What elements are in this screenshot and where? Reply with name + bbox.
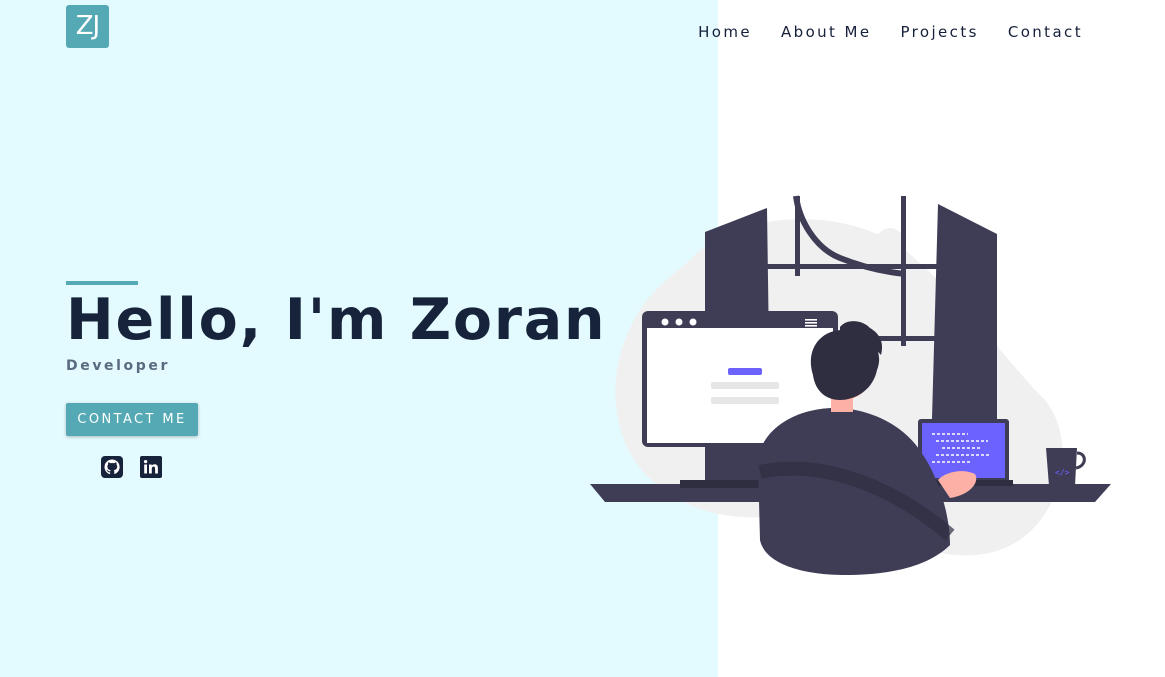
hero-subtitle: Developer [66, 358, 170, 374]
nav-contact[interactable]: Contact [1008, 23, 1083, 41]
developer-illustration: </> [590, 195, 1111, 575]
contact-me-button[interactable]: CONTACT ME [66, 403, 198, 436]
main-nav: Home About Me Projects Contact [698, 23, 1083, 41]
svg-text:</>: </> [1055, 468, 1070, 477]
github-icon [101, 456, 123, 478]
linkedin-icon [140, 456, 162, 478]
logo[interactable]: ZJ [66, 5, 109, 48]
nav-about-me[interactable]: About Me [781, 23, 872, 41]
title-accent-line [66, 281, 138, 285]
nav-projects[interactable]: Projects [900, 23, 978, 41]
hero-title: Hello, I'm Zoran [66, 287, 607, 353]
nav-home[interactable]: Home [698, 23, 752, 41]
github-link[interactable] [100, 455, 124, 479]
linkedin-link[interactable] [139, 455, 163, 479]
